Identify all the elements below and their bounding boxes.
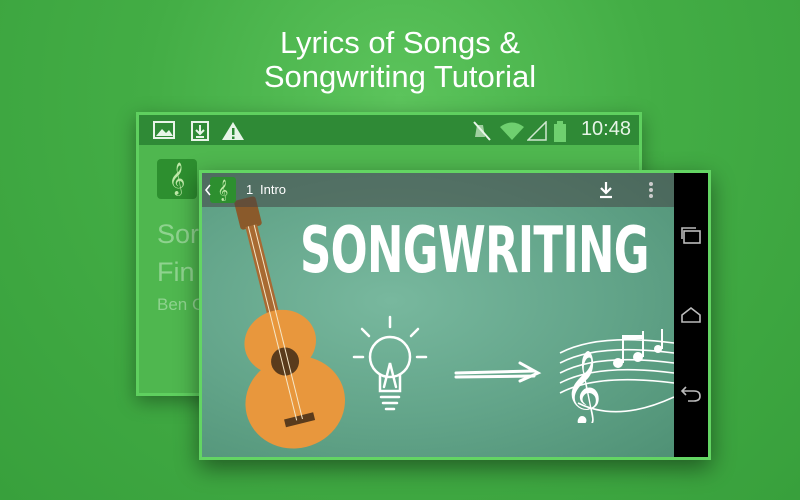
status-bar: 10:48 [139, 115, 639, 145]
lecture-title: Intro [260, 182, 287, 197]
slide-title: SONGWRITING [300, 214, 649, 288]
video-player-screen: SONGWRITING 𝄞 𝄞 1 Intro [199, 170, 711, 460]
battery-icon [554, 121, 566, 142]
status-clock: 10:48 [580, 118, 631, 140]
course-title: Sor Fin [157, 215, 199, 291]
lecture-number: 1 [246, 182, 254, 197]
music-notes-icon: 𝄞 [559, 329, 674, 423]
home-icon[interactable] [680, 305, 702, 325]
course-title-line-2: Fin [157, 257, 195, 287]
lightbulb-icon [352, 315, 428, 411]
download-icon[interactable] [598, 181, 614, 199]
course-title-line-1: Sor [157, 219, 200, 249]
warning-icon [222, 122, 244, 140]
mute-icon [473, 121, 491, 141]
wifi-icon [500, 122, 524, 140]
video-frame[interactable]: SONGWRITING 𝄞 𝄞 1 Intro [202, 173, 674, 457]
player-app-icon[interactable]: 𝄞 [210, 177, 236, 203]
course-author: Ben C [157, 295, 205, 314]
back-icon[interactable] [680, 383, 702, 403]
arrow-right-icon [454, 361, 542, 383]
android-nav-bar [674, 173, 708, 457]
back-arrow-icon[interactable] [204, 184, 212, 196]
svg-text:𝄞: 𝄞 [564, 351, 602, 423]
image-icon [153, 121, 175, 139]
signal-icon [527, 121, 547, 141]
download-notification-icon [191, 121, 209, 141]
headline-line-2: Songwriting Tutorial [263, 59, 537, 94]
back-app-icon[interactable]: 𝄞 [157, 159, 197, 199]
promo-headline: Lyrics of Songs & Songwriting Tutorial [0, 26, 800, 94]
headline-line-1: Lyrics of Songs & [279, 25, 521, 60]
recent-apps-icon[interactable] [680, 225, 702, 245]
guitar-illustration [234, 196, 345, 449]
video-top-bar: 𝄞 1 Intro [202, 173, 674, 207]
overflow-menu-icon[interactable] [648, 181, 654, 199]
